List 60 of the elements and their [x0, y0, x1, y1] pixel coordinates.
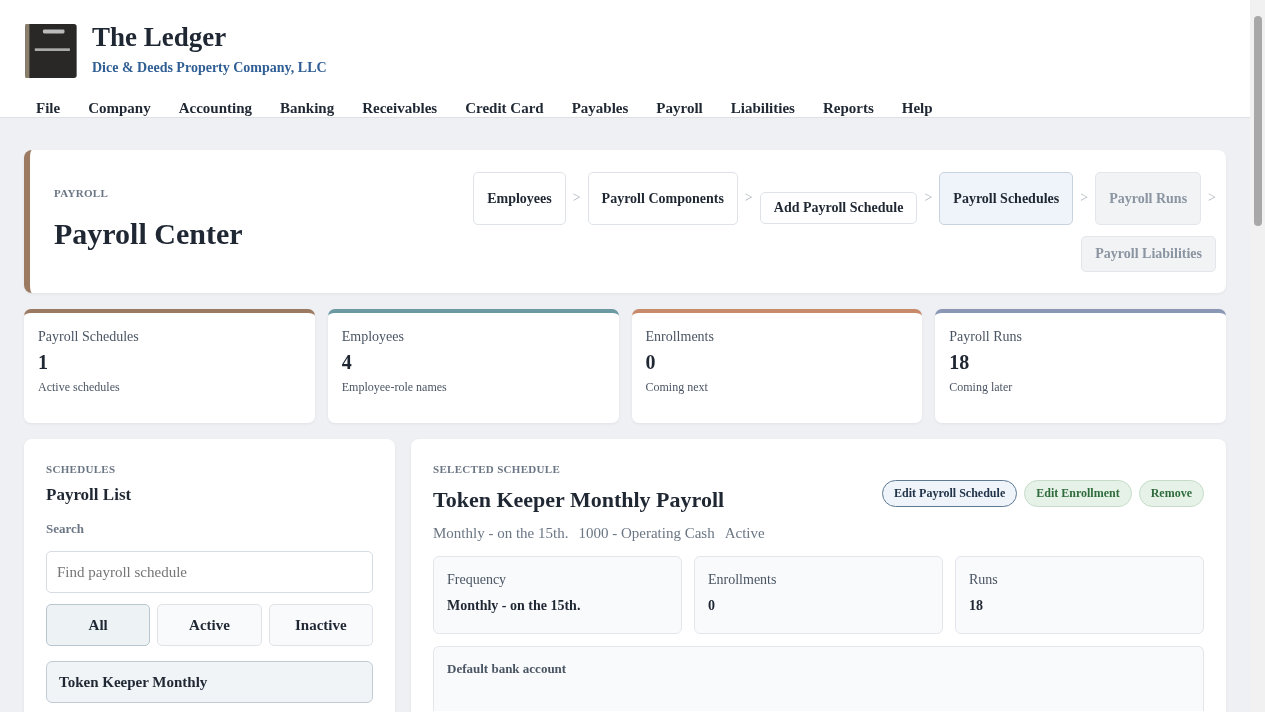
- stat-value: 1: [38, 351, 49, 374]
- stat-label: Payroll Schedules: [38, 329, 140, 345]
- fact-value: 0: [708, 598, 716, 614]
- workflow-step[interactable]: Employees: [473, 172, 566, 225]
- schedule-meta: Monthly - on the 15th.: [433, 525, 569, 542]
- menu-item[interactable]: Receivables: [362, 100, 438, 117]
- menu-item[interactable]: Banking: [280, 100, 335, 117]
- menu-item[interactable]: Credit Card: [465, 100, 544, 117]
- stat-value: 18: [949, 351, 971, 374]
- menu-item[interactable]: Liabilities: [730, 100, 795, 117]
- section-eyebrow: SCHEDULES: [46, 463, 117, 475]
- step-separator: >: [924, 190, 933, 206]
- menu-item[interactable]: Accounting: [178, 100, 252, 117]
- filter-button[interactable]: All: [46, 604, 151, 646]
- stat-note: Coming next: [645, 380, 709, 395]
- menu-item[interactable]: Company: [88, 100, 151, 117]
- action-button[interactable]: Edit Payroll Schedule: [882, 480, 1018, 507]
- fact-value: 18: [969, 598, 984, 614]
- menu-item[interactable]: Payroll: [656, 100, 703, 117]
- menu-item[interactable]: File: [36, 100, 61, 117]
- schedule-title: Token Keeper Monthly Payroll: [433, 487, 725, 513]
- page-title: Payroll Center: [54, 217, 243, 251]
- bank-account-label: Default bank account: [447, 661, 567, 676]
- app-title: The Ledger: [92, 21, 228, 54]
- stat-note: Active schedules: [38, 380, 121, 395]
- stat-note: Employee-role names: [341, 380, 448, 395]
- panel-title: Payroll List: [46, 485, 133, 505]
- ledger-book-icon: [24, 24, 78, 78]
- section-eyebrow: PAYROLL: [54, 187, 110, 199]
- menu-item[interactable]: Help: [901, 100, 933, 117]
- fact-label: Enrollments: [708, 572, 778, 588]
- menu-item[interactable]: Reports: [822, 100, 874, 117]
- step-separator: >: [572, 190, 581, 206]
- workflow-step[interactable]: Add Payroll Schedule: [759, 192, 918, 224]
- stat-label: Enrollments: [645, 329, 715, 345]
- filter-button[interactable]: Active: [157, 604, 262, 646]
- stat-note: Coming later: [949, 380, 1014, 395]
- filter-button[interactable]: Inactive: [268, 604, 373, 646]
- action-button[interactable]: Remove: [1138, 480, 1204, 507]
- action-button[interactable]: Edit Enrollment: [1024, 480, 1132, 507]
- step-separator: >: [744, 190, 753, 206]
- search-label: Search: [46, 521, 86, 537]
- schedule-list-item[interactable]: Token Keeper Monthly: [46, 661, 373, 703]
- menu-item[interactable]: Payables: [571, 100, 629, 117]
- fact-label: Runs: [969, 572, 999, 588]
- search-field[interactable]: Find payroll schedule: [46, 551, 373, 593]
- step-separator: >: [1080, 190, 1089, 206]
- stat-label: Employees: [341, 329, 405, 345]
- company-name: Dice & Deeds Property Company, LLC: [92, 60, 327, 76]
- schedule-meta: Active: [724, 525, 765, 542]
- section-eyebrow: SELECTED SCHEDULE: [433, 463, 562, 475]
- schedule-meta: 1000 - Operating Cash: [578, 525, 715, 542]
- workflow-step[interactable]: Payroll Schedules: [939, 172, 1074, 225]
- stat-label: Payroll Runs: [949, 329, 1023, 345]
- workflow-step[interactable]: Payroll Components: [587, 172, 738, 225]
- step-separator: >: [1208, 190, 1216, 206]
- stat-value: 0: [645, 351, 657, 374]
- fact-value: Monthly - on the 15th.: [447, 598, 582, 614]
- fact-label: Frequency: [447, 572, 508, 588]
- stat-value: 4: [341, 351, 353, 374]
